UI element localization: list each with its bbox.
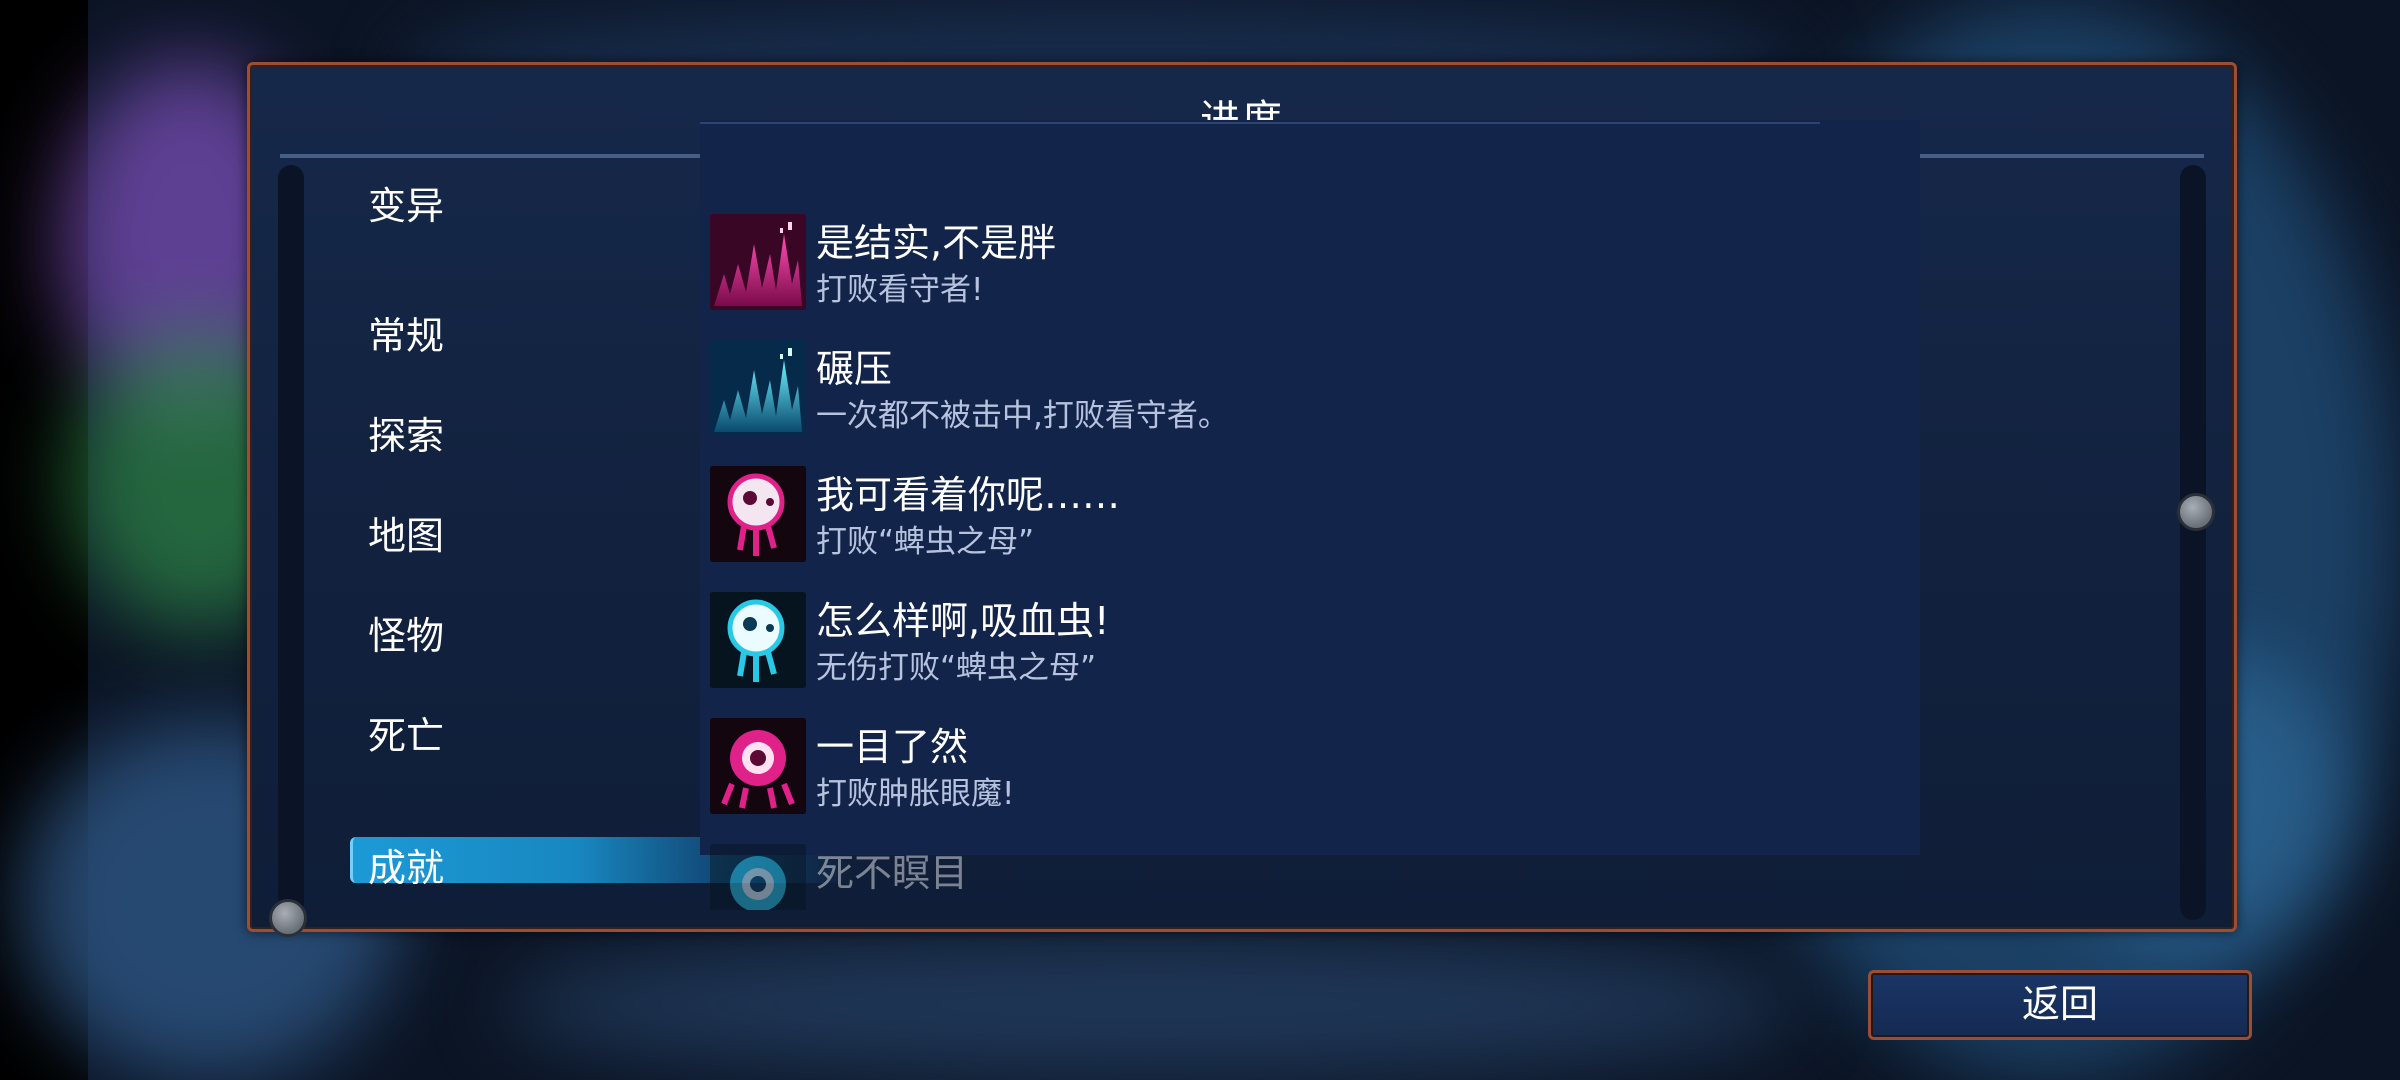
achievement-name: 是结实,不是胖 — [816, 221, 1057, 265]
list-divider — [700, 122, 1820, 124]
category-general[interactable]: 常规 — [368, 305, 444, 360]
category-map[interactable]: 地图 — [368, 505, 444, 560]
achievement-row[interactable]: 死不瞑目 — [710, 844, 1860, 910]
cyan-eye-monster-icon — [710, 844, 806, 910]
achievement-row[interactable]: 碾压 一次都不被击中,打败看守者。 — [710, 340, 1860, 440]
achievement-description: 打败“蜱虫之母” — [816, 524, 1035, 560]
list-scroll-handle[interactable] — [2177, 493, 2215, 531]
category-exploration[interactable]: 探索 — [368, 405, 444, 460]
category-scroll-track[interactable] — [278, 165, 304, 920]
achievement-description: 一次都不被击中,打败看守者。 — [816, 398, 1229, 434]
achievement-description: 打败看守者! — [816, 272, 984, 308]
back-button[interactable]: 返回 — [1868, 970, 2252, 1040]
achievement-row[interactable]: 一目了然 打败肿胀眼魔! — [710, 718, 1860, 818]
category-achievements[interactable]: 成就 — [368, 837, 444, 892]
cyan-eye-creature-icon — [710, 592, 806, 688]
list-scroll-track[interactable] — [2180, 165, 2206, 920]
achievement-description: 无伤打败“蜱虫之母” — [816, 650, 1097, 686]
achievement-description: 打败肿胀眼魔! — [816, 776, 1015, 812]
category-scroll-handle[interactable] — [269, 899, 307, 937]
achievement-name: 死不瞑目 — [816, 851, 969, 895]
achievement-name: 一目了然 — [816, 725, 969, 769]
achievement-name: 我可看着你呢…… — [816, 473, 1121, 517]
achievement-name: 怎么样啊,吸血虫! — [816, 599, 1110, 643]
category-deaths[interactable]: 死亡 — [368, 705, 444, 760]
category-mutations[interactable]: 变异 — [368, 175, 444, 230]
pink-eye-monster-icon — [710, 718, 806, 814]
achievement-row[interactable]: 我可看着你呢…… 打败“蜱虫之母” — [710, 466, 1860, 566]
pink-spikes-icon — [710, 214, 806, 310]
category-monsters[interactable]: 怪物 — [368, 605, 444, 660]
cyan-spikes-icon — [710, 340, 806, 436]
achievement-name: 碾压 — [816, 347, 893, 391]
achievement-row[interactable]: 怎么样啊,吸血虫! 无伤打败“蜱虫之母” — [710, 592, 1860, 692]
pink-eye-creature-icon — [710, 466, 806, 562]
achievement-row[interactable]: 是结实,不是胖 打败看守者! — [710, 214, 1860, 314]
